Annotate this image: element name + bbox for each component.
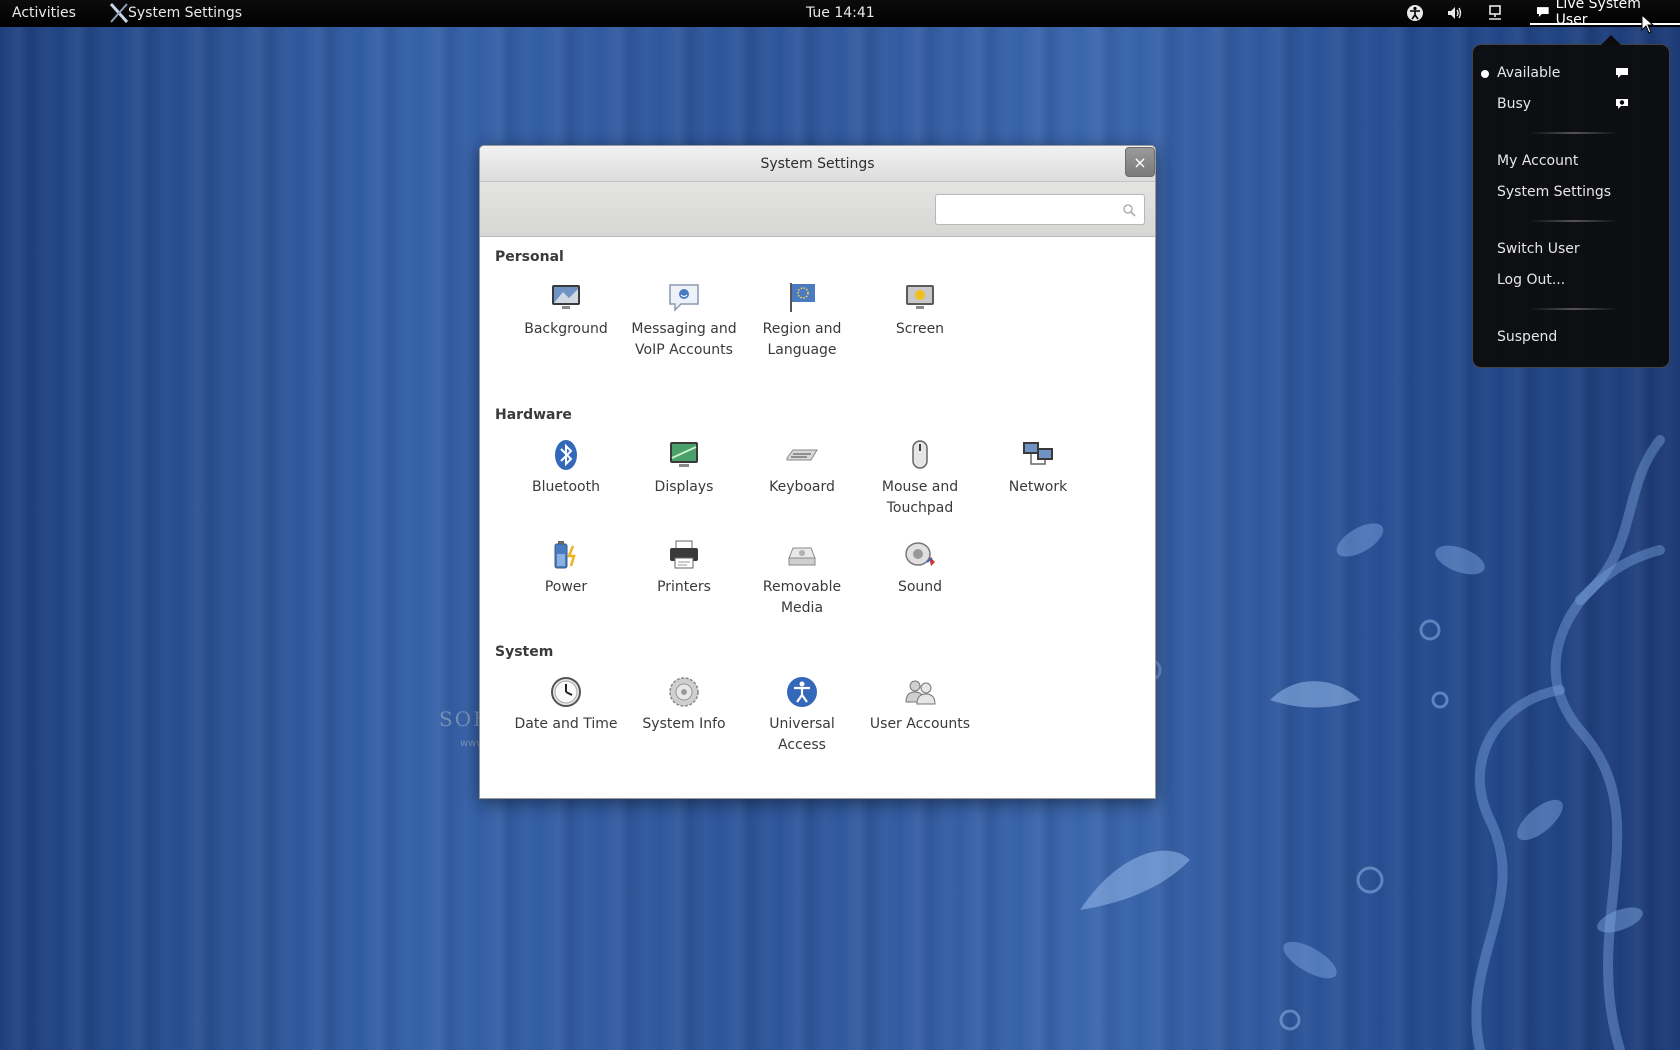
user-status-menu: Available Busy My Account System Setting… (1472, 35, 1670, 368)
keyboard-icon (786, 449, 818, 461)
screen-icon (906, 285, 934, 309)
settings-item-system-info[interactable]: System Info (629, 675, 739, 735)
mouse-icon (912, 440, 928, 469)
system-info-icon (669, 677, 699, 707)
settings-item-label: Removable Media (762, 579, 842, 616)
displays-icon (670, 442, 698, 467)
menu-item-busy[interactable]: Busy (1497, 96, 1531, 118)
sound-icon (905, 542, 935, 566)
universal-access-icon (787, 677, 817, 707)
settings-item-displays[interactable]: Displays (629, 438, 739, 498)
settings-item-printers[interactable]: Printers (629, 538, 739, 598)
settings-item-keyboard[interactable]: Keyboard (747, 438, 857, 498)
settings-item-bluetooth[interactable]: Bluetooth (511, 438, 621, 498)
settings-item-universal-access[interactable]: Universal Access (747, 675, 857, 756)
accessibility-icon[interactable] (1406, 4, 1424, 22)
selected-status-dot (1481, 70, 1489, 78)
clock[interactable]: Tue 14:41 (806, 5, 875, 21)
region-flag-icon (790, 283, 815, 312)
network-icon (1023, 442, 1053, 465)
search-icon (1123, 204, 1136, 217)
settings-item-label: Keyboard (769, 479, 835, 495)
menu-item-system-settings[interactable]: System Settings (1497, 184, 1611, 206)
settings-item-label: Background (524, 321, 608, 337)
settings-item-label: Printers (657, 579, 711, 595)
user-name: Live System User (1555, 0, 1641, 28)
settings-item-label: Universal Access (769, 716, 835, 753)
section-title-hardware: Hardware (495, 407, 572, 423)
settings-item-label: Screen (895, 321, 945, 337)
settings-item-label: User Accounts (869, 716, 971, 732)
settings-item-region-language[interactable]: Region and Language (747, 280, 857, 361)
settings-item-label: Sound (897, 579, 943, 595)
window-titlebar[interactable]: System Settings (480, 146, 1155, 182)
menu-item-my-account[interactable]: My Account (1497, 153, 1578, 175)
search-input[interactable] (935, 194, 1145, 225)
menu-item-suspend[interactable]: Suspend (1497, 329, 1557, 351)
settings-item-date-time[interactable]: Date and Time (511, 675, 621, 735)
settings-item-label: Bluetooth (532, 479, 600, 495)
settings-item-label: System Info (642, 716, 726, 732)
removable-media-icon (788, 547, 816, 566)
printer-icon (670, 540, 698, 569)
app-menu[interactable]: System Settings (128, 5, 242, 21)
volume-icon[interactable] (1446, 4, 1464, 22)
settings-item-sound[interactable]: Sound (865, 538, 975, 598)
menu-separator (1529, 308, 1619, 310)
settings-item-user-accounts[interactable]: User Accounts (865, 675, 975, 735)
network-icon[interactable] (1486, 4, 1504, 22)
section-title-personal: Personal (495, 249, 564, 265)
settings-item-messaging[interactable]: Messaging and VoIP Accounts (629, 280, 739, 361)
activities-button[interactable]: Activities (12, 5, 76, 21)
close-button[interactable]: × (1125, 147, 1155, 177)
background-icon (552, 285, 580, 309)
menu-item-log-out[interactable]: Log Out... (1497, 272, 1565, 294)
menu-item-available[interactable]: Available (1497, 65, 1560, 87)
settings-item-label: Power (544, 579, 588, 595)
mouse-cursor-icon (1641, 14, 1655, 34)
window-toolbar (480, 182, 1155, 237)
clock-icon (551, 677, 581, 707)
menu-item-switch-user[interactable]: Switch User (1497, 241, 1580, 263)
power-icon (554, 541, 576, 569)
messaging-icon (669, 284, 699, 312)
settings-item-background[interactable]: Background (511, 280, 621, 340)
settings-item-mouse-touchpad[interactable]: Mouse and Touchpad (865, 438, 975, 519)
settings-item-removable-media[interactable]: Removable Media (747, 538, 857, 619)
menu-separator (1529, 220, 1619, 222)
chat-bubble-icon (1536, 7, 1549, 17)
system-settings-window: System Settings × Personal Background Me… (479, 145, 1156, 799)
chat-bubble-icon (1616, 68, 1628, 78)
settings-item-power[interactable]: Power (511, 538, 621, 598)
settings-item-label: Date and Time (514, 716, 618, 732)
system-settings-app-icon (109, 3, 129, 23)
settings-item-label: Mouse and Touchpad (881, 479, 959, 516)
bluetooth-icon (555, 440, 577, 470)
user-menu-button[interactable]: Live System User (1530, 0, 1680, 28)
settings-item-label: Displays (654, 479, 714, 495)
settings-item-label: Region and Language (762, 321, 842, 358)
menu-separator (1529, 132, 1619, 134)
settings-item-label: Network (1008, 479, 1068, 495)
settings-item-label: Messaging and VoIP Accounts (631, 321, 737, 358)
section-title-system: System (495, 644, 554, 660)
settings-item-network[interactable]: Network (983, 438, 1093, 498)
settings-item-screen[interactable]: Screen (865, 280, 975, 340)
chat-busy-icon (1616, 99, 1628, 109)
user-accounts-icon (905, 680, 936, 705)
top-panel: Activities System Settings Tue 14:41 Liv… (0, 0, 1680, 28)
window-title: System Settings (760, 156, 875, 172)
